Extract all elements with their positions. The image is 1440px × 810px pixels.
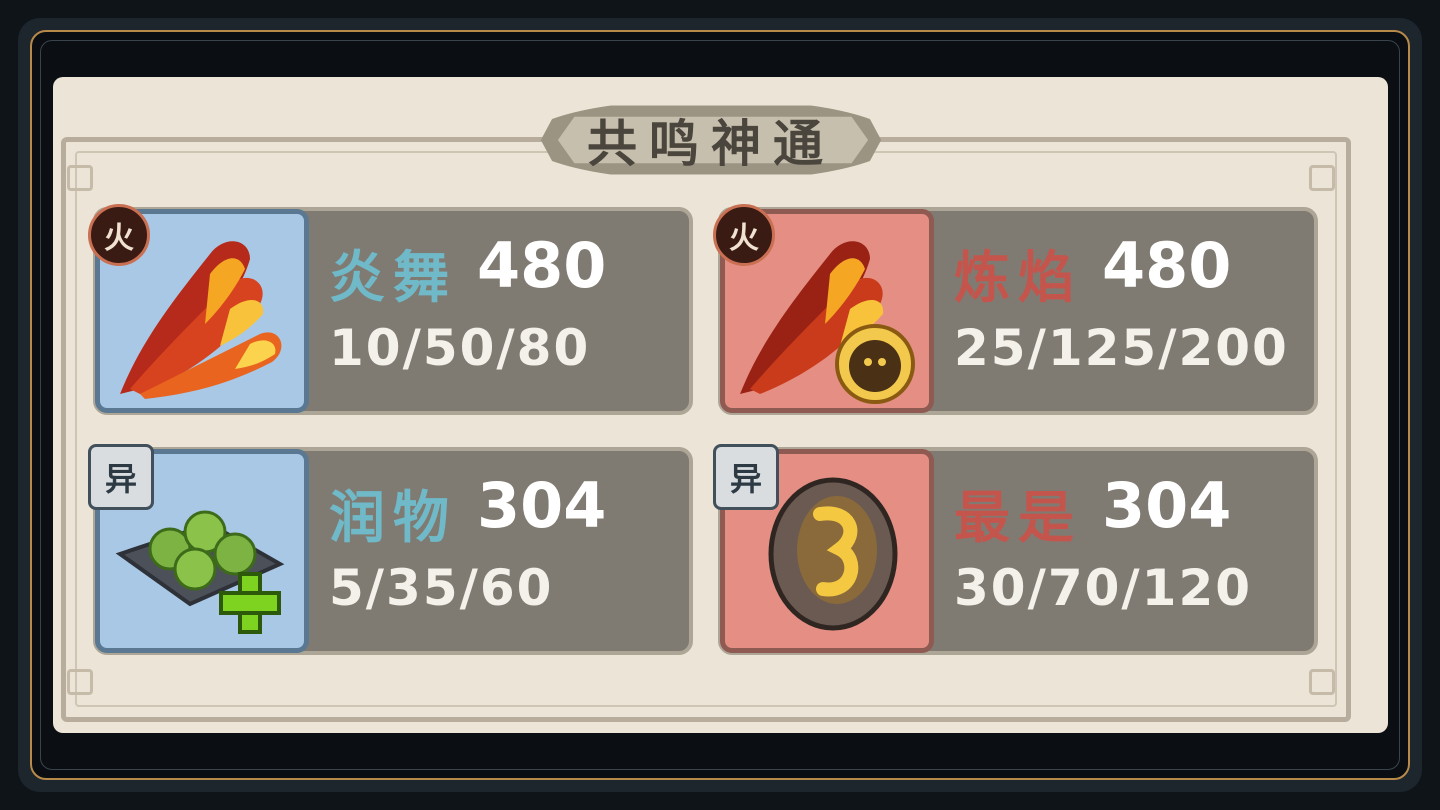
skill-tiers: 25/125/200: [954, 319, 1289, 377]
corner-ornament: [67, 669, 93, 695]
skill-name: 最是: [954, 486, 1082, 551]
resonance-panel: 共鸣神通 火 炎舞 480 10/50/80 火 炼焰 480 25/125/2…: [53, 77, 1388, 733]
skill-name: 润物: [329, 486, 457, 551]
corner-ornament: [1309, 165, 1335, 191]
resonance-card[interactable]: 火 炼焰 480 25/125/200: [713, 204, 1318, 415]
resonance-card[interactable]: 火 炎舞 480 10/50/80: [88, 204, 693, 415]
corner-ornament: [67, 165, 93, 191]
skill-icon-box[interactable]: 异: [713, 444, 934, 653]
resonance-card[interactable]: 异 最是 304 30/70/120: [713, 444, 1318, 655]
odd-element-badge: 异: [88, 444, 154, 510]
fire-element-badge: 火: [88, 204, 150, 266]
skill-tiers: 30/70/120: [954, 559, 1253, 617]
resonance-card[interactable]: 异 润物 304 5/35/60: [88, 444, 693, 655]
skill-value: 480: [1102, 229, 1232, 302]
skill-icon-box[interactable]: 火: [713, 204, 934, 413]
skill-value: 480: [477, 229, 607, 302]
skill-tiers: 5/35/60: [329, 559, 554, 617]
skill-value: 304: [1102, 469, 1232, 542]
odd-element-badge: 异: [713, 444, 779, 510]
corner-ornament: [1309, 669, 1335, 695]
skill-tiers: 10/50/80: [329, 319, 591, 377]
skill-name: 炼焰: [954, 246, 1082, 311]
skill-icon-box[interactable]: 火: [88, 204, 309, 413]
fire-element-badge: 火: [713, 204, 775, 266]
skill-name: 炎舞: [329, 246, 457, 311]
panel-title: 共鸣神通: [587, 114, 835, 173]
skill-value: 304: [477, 469, 607, 542]
skill-icon-box[interactable]: 异: [88, 444, 309, 653]
